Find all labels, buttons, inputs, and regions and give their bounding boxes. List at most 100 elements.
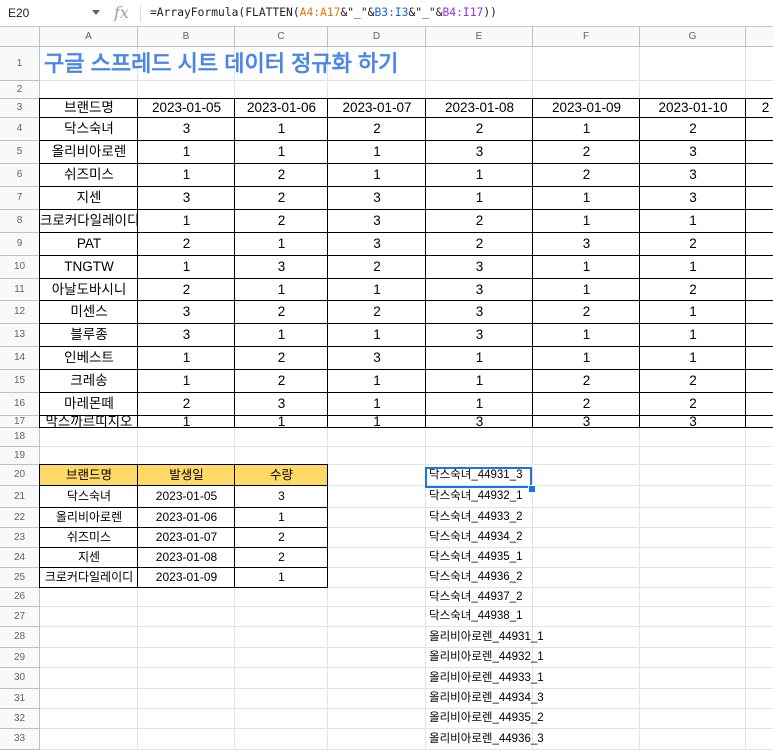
flatten-result-cell[interactable]: 닥스숙녀_44936_2	[426, 568, 533, 588]
quantity-cell[interactable]: 1	[138, 347, 235, 370]
quantity-cell[interactable]: 2	[640, 118, 746, 141]
quantity-cell[interactable]: 3	[640, 187, 746, 210]
column-header-g[interactable]: G	[640, 27, 746, 46]
brand-cell[interactable]: 블루종	[40, 324, 138, 347]
table-header-date[interactable]: 2023-01-10	[640, 99, 746, 118]
brand-cell[interactable]: 크로커다일레이디	[40, 568, 138, 588]
brand-cell[interactable]: 크로커다일레이디	[40, 210, 138, 233]
row-header-6[interactable]: 6	[0, 164, 40, 187]
quantity-cell[interactable]: 2	[138, 393, 235, 416]
fill-handle[interactable]	[528, 485, 536, 493]
column-header-a[interactable]: A	[40, 27, 138, 46]
active-cell-selection[interactable]	[425, 467, 532, 488]
quantity-cell[interactable]: 1	[533, 210, 640, 233]
quantity-cell[interactable]: 2	[235, 164, 328, 187]
flatten-result-cell[interactable]: 올리비아로렌_44933_1	[426, 668, 544, 689]
brand-cell[interactable]: 미센스	[40, 301, 138, 324]
quantity-cell[interactable]: 1	[533, 256, 640, 279]
quantity-cell[interactable]: 2	[533, 141, 640, 164]
quantity-cell[interactable]: 3	[328, 347, 426, 370]
quantity-cell[interactable]: 1	[138, 164, 235, 187]
brand-cell[interactable]: 닥스숙녀	[40, 486, 138, 508]
row-header-31[interactable]: 31	[0, 689, 40, 709]
row-header-9[interactable]: 9	[0, 233, 40, 256]
flatten-result-cell[interactable]: 닥스숙녀_44938_1	[426, 607, 533, 627]
flatten-result-cell[interactable]: 올리비아로렌_44932_1	[426, 648, 544, 668]
quantity-cell[interactable]: 3	[235, 393, 328, 416]
table-header-date[interactable]: 2023-01-05	[138, 99, 235, 118]
table-header-date[interactable]: 2023-01-06	[235, 99, 328, 118]
quantity-cell[interactable]: 2	[328, 301, 426, 324]
quantity-cell[interactable]: 3	[640, 141, 746, 164]
quantity-cell[interactable]: 2	[235, 210, 328, 233]
quantity-cell[interactable]: 1	[138, 256, 235, 279]
row-header-29[interactable]: 29	[0, 648, 40, 668]
table2-header[interactable]: 브랜드명	[40, 465, 138, 486]
flatten-result-cell[interactable]: 올리비아로렌_44931_1	[426, 627, 544, 648]
row-header-7[interactable]: 7	[0, 187, 40, 210]
quantity-cell[interactable]: 1	[235, 508, 328, 528]
flatten-result-cell[interactable]: 올리비아로렌_44935_2	[426, 709, 544, 729]
row-header-8[interactable]: 8	[0, 210, 40, 233]
row-header-12[interactable]: 12	[0, 301, 40, 324]
quantity-cell[interactable]: 1	[533, 324, 640, 347]
quantity-cell[interactable]: 1	[426, 187, 533, 210]
quantity-cell[interactable]: 2	[640, 279, 746, 301]
quantity-cell[interactable]: 3	[235, 486, 328, 508]
row-header-22[interactable]: 22	[0, 508, 40, 528]
quantity-cell[interactable]: 1	[328, 370, 426, 393]
quantity-cell[interactable]: 1	[235, 141, 328, 164]
quantity-cell[interactable]: 1	[426, 164, 533, 187]
row-header-23[interactable]: 23	[0, 528, 40, 548]
quantity-cell[interactable]: 3	[328, 233, 426, 256]
date-cell[interactable]: 2023-01-08	[138, 548, 235, 568]
name-box[interactable]: E20	[4, 4, 104, 23]
flatten-result-cell[interactable]: 닥스숙녀_44934_2	[426, 528, 533, 548]
flatten-result-cell[interactable]: 닥스숙녀_44933_2	[426, 508, 533, 528]
quantity-cell[interactable]: 3	[426, 256, 533, 279]
brand-cell[interactable]: 마레몬떼	[40, 393, 138, 416]
quantity-cell[interactable]: 1	[426, 393, 533, 416]
quantity-cell[interactable]: 2	[235, 370, 328, 393]
quantity-cell[interactable]: 1	[533, 118, 640, 141]
brand-cell[interactable]: 아날도바시니	[40, 279, 138, 301]
row-header-18[interactable]: 18	[0, 428, 40, 447]
quantity-cell[interactable]: 1	[235, 279, 328, 301]
quantity-cell[interactable]: 3	[138, 301, 235, 324]
quantity-cell[interactable]: 3	[235, 256, 328, 279]
table-header-date[interactable]: 2023-01-07	[328, 99, 426, 118]
column-header-d[interactable]: D	[328, 27, 426, 46]
date-cell[interactable]: 2023-01-09	[138, 568, 235, 588]
quantity-cell[interactable]: 2	[235, 347, 328, 370]
name-box-dropdown-icon[interactable]	[92, 10, 100, 15]
quantity-cell[interactable]: 2	[138, 279, 235, 301]
quantity-cell[interactable]: 2	[235, 187, 328, 210]
quantity-cell[interactable]: 2	[235, 548, 328, 568]
row-header-14[interactable]: 14	[0, 347, 40, 370]
quantity-cell[interactable]: 2	[138, 233, 235, 256]
quantity-cell[interactable]: 3	[426, 279, 533, 301]
table2-header[interactable]: 수량	[235, 465, 328, 486]
brand-cell[interactable]: PAT	[40, 233, 138, 256]
quantity-cell[interactable]: 1	[328, 324, 426, 347]
quantity-cell[interactable]: 3	[138, 187, 235, 210]
formula-input[interactable]: =ArrayFormula(FLATTEN(A4:A17&"_"&B3:I3&"…	[150, 6, 497, 20]
quantity-cell[interactable]: 1	[533, 187, 640, 210]
quantity-cell[interactable]: 3	[640, 164, 746, 187]
quantity-cell[interactable]: 1	[138, 210, 235, 233]
quantity-cell[interactable]: 1	[640, 301, 746, 324]
quantity-cell[interactable]: 2	[533, 370, 640, 393]
quantity-cell[interactable]: 1	[328, 164, 426, 187]
brand-cell[interactable]: 쉬즈미스	[40, 528, 138, 548]
quantity-cell[interactable]: 2	[533, 164, 640, 187]
row-header-3[interactable]: 3	[0, 99, 40, 118]
quantity-cell[interactable]: 3	[328, 187, 426, 210]
row-header-24[interactable]: 24	[0, 548, 40, 568]
quantity-cell[interactable]: 1	[533, 347, 640, 370]
quantity-cell[interactable]: 2	[640, 370, 746, 393]
quantity-cell[interactable]: 1	[138, 141, 235, 164]
row-header-11[interactable]: 11	[0, 279, 40, 301]
row-header-13[interactable]: 13	[0, 324, 40, 347]
row-header-32[interactable]: 32	[0, 709, 40, 729]
quantity-cell[interactable]: 1	[235, 233, 328, 256]
